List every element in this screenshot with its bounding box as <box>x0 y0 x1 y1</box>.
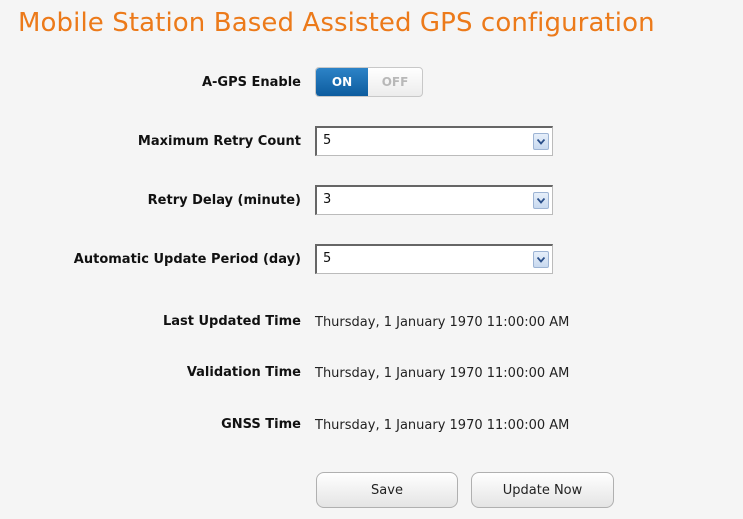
toggle-on-option[interactable]: ON <box>316 68 368 96</box>
retry-delay-label: Retry Delay (minute) <box>147 193 301 208</box>
max-retry-select[interactable]: 5 <box>315 126 553 156</box>
gnss-time-value: Thursday, 1 January 1970 11:00:00 AM <box>315 418 570 433</box>
max-retry-value: 5 <box>323 133 332 148</box>
max-retry-label: Maximum Retry Count <box>137 134 301 149</box>
chevron-down-icon[interactable] <box>533 133 549 150</box>
update-now-button[interactable]: Update Now <box>471 472 614 508</box>
update-period-select[interactable]: 5 <box>315 244 553 274</box>
chevron-down-icon[interactable] <box>533 192 549 209</box>
retry-delay-select[interactable]: 3 <box>315 185 553 215</box>
update-period-label: Automatic Update Period (day) <box>73 252 301 267</box>
agps-enable-label: A-GPS Enable <box>201 75 301 90</box>
last-updated-label: Last Updated Time <box>162 314 301 329</box>
page-title: Mobile Station Based Assisted GPS config… <box>18 8 655 38</box>
validation-time-value: Thursday, 1 January 1970 11:00:00 AM <box>315 366 570 381</box>
save-button[interactable]: Save <box>316 472 458 508</box>
gnss-time-label: GNSS Time <box>221 417 301 432</box>
validation-time-label: Validation Time <box>186 365 301 380</box>
toggle-off-option[interactable]: OFF <box>368 68 422 96</box>
agps-enable-toggle[interactable]: ON OFF <box>315 67 423 97</box>
update-period-value: 5 <box>323 251 332 266</box>
last-updated-value: Thursday, 1 January 1970 11:00:00 AM <box>315 315 570 330</box>
chevron-down-icon[interactable] <box>533 251 549 268</box>
retry-delay-value: 3 <box>323 192 332 207</box>
